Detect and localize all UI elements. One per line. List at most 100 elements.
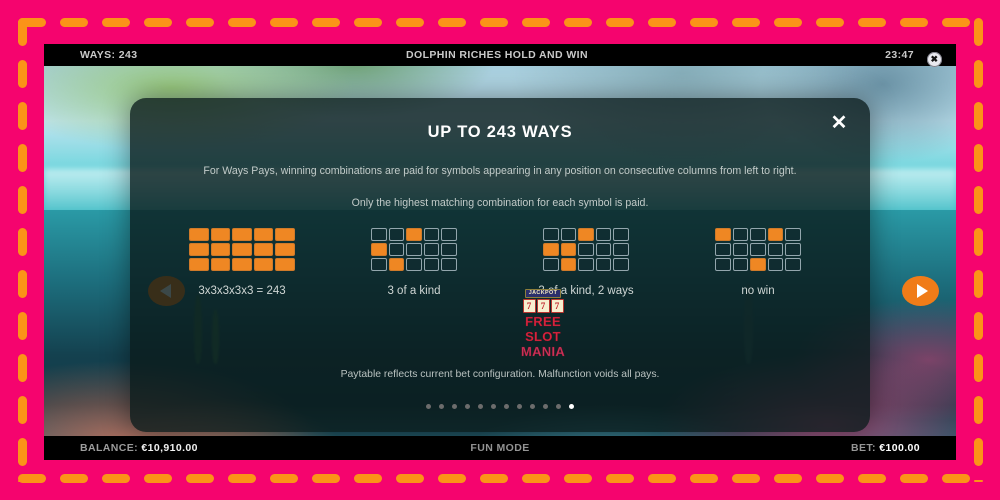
frame-dash [900,474,928,483]
pagination-dots[interactable] [130,404,870,409]
frame-dash [974,186,983,214]
reel-cell-filled [253,258,274,271]
frame-dash [648,474,676,483]
frame-dash [858,474,886,483]
reel-cell-filled [275,228,295,241]
frame-dash [18,480,27,482]
frame-dash [228,474,256,483]
frame-dash [690,18,718,27]
reel-grid [543,228,629,271]
frame-dash [974,18,983,46]
reel-cell-empty [423,243,440,256]
ways-indicator: WAYS: 243 [80,49,138,61]
frame-dash [144,474,172,483]
reel-cell-empty [441,258,457,271]
frame-dash [438,474,466,483]
frame-dash [648,18,676,27]
reel-cell-filled [210,243,231,256]
reel-cell-empty [715,258,731,271]
frame-dash [102,18,130,27]
frame-dash [974,480,983,482]
frame-dash [18,438,27,466]
modal-title: UP TO 243 WAYS [427,123,573,141]
frame-dash [974,438,983,466]
frame-dash [900,18,928,27]
pagination-dot[interactable] [426,404,431,409]
reel-cell-empty [732,228,749,241]
watermark-line-3: MANIA [520,344,566,360]
pagination-dot[interactable] [439,404,444,409]
frame-dash [438,18,466,27]
reel-cell-filled [715,228,731,241]
pagination-dot[interactable] [452,404,457,409]
watermark-line-2: SLOT [525,329,561,345]
reel-cell-filled [406,228,422,241]
watermark-slot-reels: 777 [512,299,574,314]
frame-dash [480,18,508,27]
reel-cell-empty [613,243,629,256]
mode-label: FUN MODE [470,442,530,454]
close-circle-icon[interactable]: ✖ [927,52,942,67]
pagination-dot[interactable] [517,404,522,409]
reel-cell-empty [785,243,801,256]
frame-dash [18,144,27,172]
ways-example-label: 3 of a kind [387,285,441,297]
watermark-line-1: FREE [525,314,561,330]
reel-cell-empty [750,243,766,256]
frame-dash [102,474,130,483]
reel-cell-empty [595,243,612,256]
frame-dash [270,18,298,27]
frame-dash [774,474,802,483]
pagination-dot[interactable] [569,404,574,409]
watermark-reel-digit: 7 [522,299,536,314]
reel-cell-filled [189,228,209,241]
ways-examples: 3x3x3x3x3 = 243 3 of a kind 3 of a kind, 2… [130,228,870,297]
reel-cell-filled [275,243,295,256]
reel-cell-empty [750,228,766,241]
pagination-dot[interactable] [556,404,561,409]
reel-cell-empty [388,243,405,256]
game-screen: WAYS: 243 DOLPHIN RICHES HOLD AND WIN 23… [44,44,956,460]
reel-cell-filled [210,228,231,241]
reel-cell-empty [613,258,629,271]
frame-dash [690,474,718,483]
frame-dash [18,228,27,256]
pagination-dot[interactable] [543,404,548,409]
bet-label: BET: [850,442,876,454]
reel-cell-filled [210,258,231,271]
frame-dash [18,18,46,27]
pagination-dot[interactable] [478,404,483,409]
bet-display: BET: €100.00 [643,442,956,454]
reel-cell-filled [253,228,274,241]
frame-dash [974,354,983,382]
pagination-dot[interactable] [465,404,470,409]
reel-cell-filled [232,228,252,241]
reel-cell-empty [613,228,629,241]
frame-dash [60,18,88,27]
reel-cell-empty [560,228,577,241]
frame-dash [228,18,256,27]
reel-cell-filled [189,258,209,271]
frame-dash [186,18,214,27]
close-icon[interactable]: ✕ [828,112,850,134]
frame-dash [522,474,550,483]
pagination-dot[interactable] [504,404,509,409]
reel-cell-empty [767,243,784,256]
ways-example: 3 of a kind [329,228,499,297]
frame-dash [312,474,340,483]
frame-dash [144,18,172,27]
frame-dash [974,60,983,88]
ways-example-label: no win [741,285,775,297]
reel-cell-filled [560,258,577,271]
frame-dash [18,474,46,483]
pagination-dot[interactable] [491,404,496,409]
reel-cell-filled [578,228,594,241]
modal-footnote: Paytable reflects current bet configurat… [340,369,660,380]
frame-dash [606,18,634,27]
frame-dash [312,18,340,27]
next-page-button[interactable] [902,276,939,306]
frame-dash [732,18,760,27]
ways-example-label: 3x3x3x3x3 = 243 [198,285,286,297]
pagination-dot[interactable] [530,404,535,409]
reel-cell-empty [406,243,422,256]
